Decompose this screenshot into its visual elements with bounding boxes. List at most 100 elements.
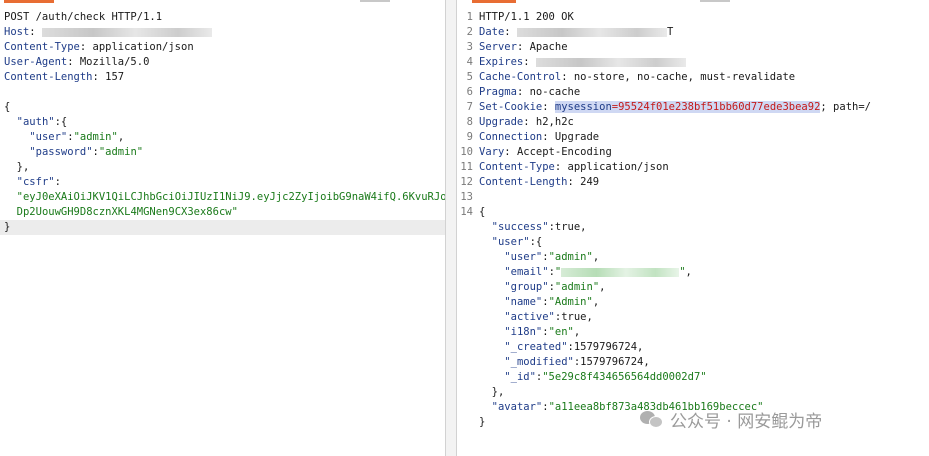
response-line[interactable]: "_modified":1579796724, xyxy=(457,355,929,370)
response-line[interactable]: 13 xyxy=(457,190,929,205)
request-tab-indicator[interactable] xyxy=(4,0,54,3)
request-line-text: POST /auth/check HTTP/1.1 xyxy=(4,10,162,25)
request-line[interactable]: "csfr": xyxy=(0,175,445,190)
request-tab-indicator-secondary[interactable] xyxy=(360,0,390,2)
response-line[interactable]: "user":"admin", xyxy=(457,250,929,265)
request-line-text: "user":"admin", xyxy=(4,130,124,145)
redacted-value xyxy=(561,267,680,277)
request-line-text: User-Agent: Mozilla/5.0 xyxy=(4,55,149,70)
response-line-text: "i18n":"en", xyxy=(479,325,580,340)
request-line[interactable]: User-Agent: Mozilla/5.0 xyxy=(0,55,445,70)
response-line[interactable]: 11 Content-Type: application/json xyxy=(457,160,929,175)
code-token: : no-store, no-cache, must-revalidate xyxy=(561,71,796,83)
response-line[interactable]: "active":true, xyxy=(457,310,929,325)
redacted-value xyxy=(516,27,667,37)
request-line-text: Content-Type: application/json xyxy=(4,40,194,55)
code-token: Content-Type xyxy=(479,161,555,173)
code-token: { xyxy=(4,101,11,113)
code-token: User-Agent xyxy=(4,56,68,68)
code-token: "success" xyxy=(491,221,549,233)
request-line[interactable]: "password":"admin" xyxy=(0,145,445,160)
line-number: 11 xyxy=(460,161,473,173)
request-editor[interactable]: POST /auth/check HTTP/1.1 Host: Content-T… xyxy=(0,0,445,456)
response-line-text: } xyxy=(479,415,485,430)
response-line-text: HTTP/1.1 200 OK xyxy=(479,10,574,25)
request-line[interactable]: Content-Length: 157 xyxy=(0,70,445,85)
request-line[interactable]: Host: xyxy=(0,25,445,40)
response-line[interactable]: "group":"admin", xyxy=(457,280,929,295)
code-token: "password" xyxy=(29,146,93,158)
response-line[interactable]: 14 { xyxy=(457,205,929,220)
response-line[interactable]: 6 Pragma: no-cache xyxy=(457,85,929,100)
line-number: 10 xyxy=(460,146,473,158)
response-line[interactable]: 12 Content-Length: 249 xyxy=(457,175,929,190)
redacted-value xyxy=(41,27,212,37)
response-line[interactable]: 1 HTTP/1.1 200 OK xyxy=(457,10,929,25)
code-token: "admin" xyxy=(554,281,600,293)
code-token: }, xyxy=(4,161,30,173)
response-line-text: Upgrade: h2,h2c xyxy=(479,115,574,130)
code-token: Connection xyxy=(479,131,543,143)
request-line[interactable]: "auth":{ xyxy=(0,115,445,130)
response-line[interactable]: 3 Server: Apache xyxy=(457,40,929,55)
response-line-text: "success":true, xyxy=(479,220,587,235)
request-line[interactable]: Dp2UouwGH9D8cznXKL4MGNen9CX3ex86cw" xyxy=(0,205,445,220)
request-line[interactable]: { xyxy=(0,100,445,115)
request-line[interactable]: "user":"admin", xyxy=(0,130,445,145)
response-line[interactable]: 7 Set-Cookie: mysession=95524f01e238bf51b… xyxy=(457,100,929,115)
response-line[interactable]: 9 Connection: Upgrade xyxy=(457,130,929,145)
response-line[interactable]: 2 Date: T xyxy=(457,25,929,40)
response-line[interactable]: "i18n":"en", xyxy=(457,325,929,340)
request-line[interactable]: "eyJ0eXAiOiJKV1QiLCJhbGciOiJIUzI1NiJ9.ey… xyxy=(0,190,445,205)
request-line[interactable]: POST /auth/check HTTP/1.1 xyxy=(0,10,445,25)
response-line[interactable]: 8 Upgrade: h2,h2c xyxy=(457,115,929,130)
line-number: 12 xyxy=(460,176,473,188)
response-line[interactable]: }, xyxy=(457,385,929,400)
request-line[interactable]: } xyxy=(0,220,445,235)
response-line[interactable]: "email":" ", xyxy=(457,265,929,280)
response-tab-indicator[interactable] xyxy=(472,0,516,3)
request-line[interactable] xyxy=(0,85,445,100)
request-line-text: "auth":{ xyxy=(4,115,68,130)
response-line[interactable]: "success":true, xyxy=(457,220,929,235)
request-line[interactable]: Content-Type: application/json xyxy=(0,40,445,55)
code-token: : xyxy=(54,176,61,188)
response-line[interactable]: "user":{ xyxy=(457,235,929,250)
response-line[interactable]: 5 Cache-Control: no-store, no-cache, must… xyxy=(457,70,929,85)
response-line[interactable]: 10 Vary: Accept-Encoding xyxy=(457,145,929,160)
response-viewer[interactable]: 1 HTTP/1.1 200 OK 2 Date: T 3 Server: Apache 4… xyxy=(457,0,929,456)
response-line[interactable]: 4 Expires: xyxy=(457,55,929,70)
response-tab-indicator-secondary[interactable] xyxy=(700,0,730,2)
code-token: Date xyxy=(479,26,505,38)
request-line-text: "eyJ0eXAiOiJKV1QiLCJhbGciOiJIUzI1NiJ9.ey… xyxy=(4,190,445,205)
response-line[interactable]: "name":"Admin", xyxy=(457,295,929,310)
request-line-text: }, xyxy=(4,160,30,175)
response-line-text: Set-Cookie: mysession=95524f01e238bf51bb… xyxy=(479,100,871,115)
response-line[interactable]: "_id":"5e29c8f434656564dd0002d7" xyxy=(457,370,929,385)
code-token: , xyxy=(599,281,606,293)
pane-splitter[interactable] xyxy=(445,0,457,456)
response-line[interactable]: "_created":1579796724, xyxy=(457,340,929,355)
response-line-text: Pragma: no-cache xyxy=(479,85,580,100)
response-line-text: "_id":"5e29c8f434656564dd0002d7" xyxy=(479,370,706,385)
watermark-text: 公众号 · 网安鲲为帝 xyxy=(670,411,823,432)
request-line[interactable]: }, xyxy=(0,160,445,175)
code-token: "_id" xyxy=(504,371,536,383)
code-token: "_created" xyxy=(504,341,568,353)
response-line-text: "user":{ xyxy=(479,235,543,250)
code-token: : xyxy=(542,101,555,113)
code-token: Server xyxy=(479,41,517,53)
line-number: 13 xyxy=(460,191,473,203)
response-line-text: Content-Length: 249 xyxy=(479,175,599,190)
redacted-value xyxy=(535,57,686,67)
response-line-text: { xyxy=(479,205,485,220)
code-token: : no-cache xyxy=(516,86,581,98)
code-token: Content-Type xyxy=(4,41,80,53)
response-line-text: Server: Apache xyxy=(479,40,568,55)
